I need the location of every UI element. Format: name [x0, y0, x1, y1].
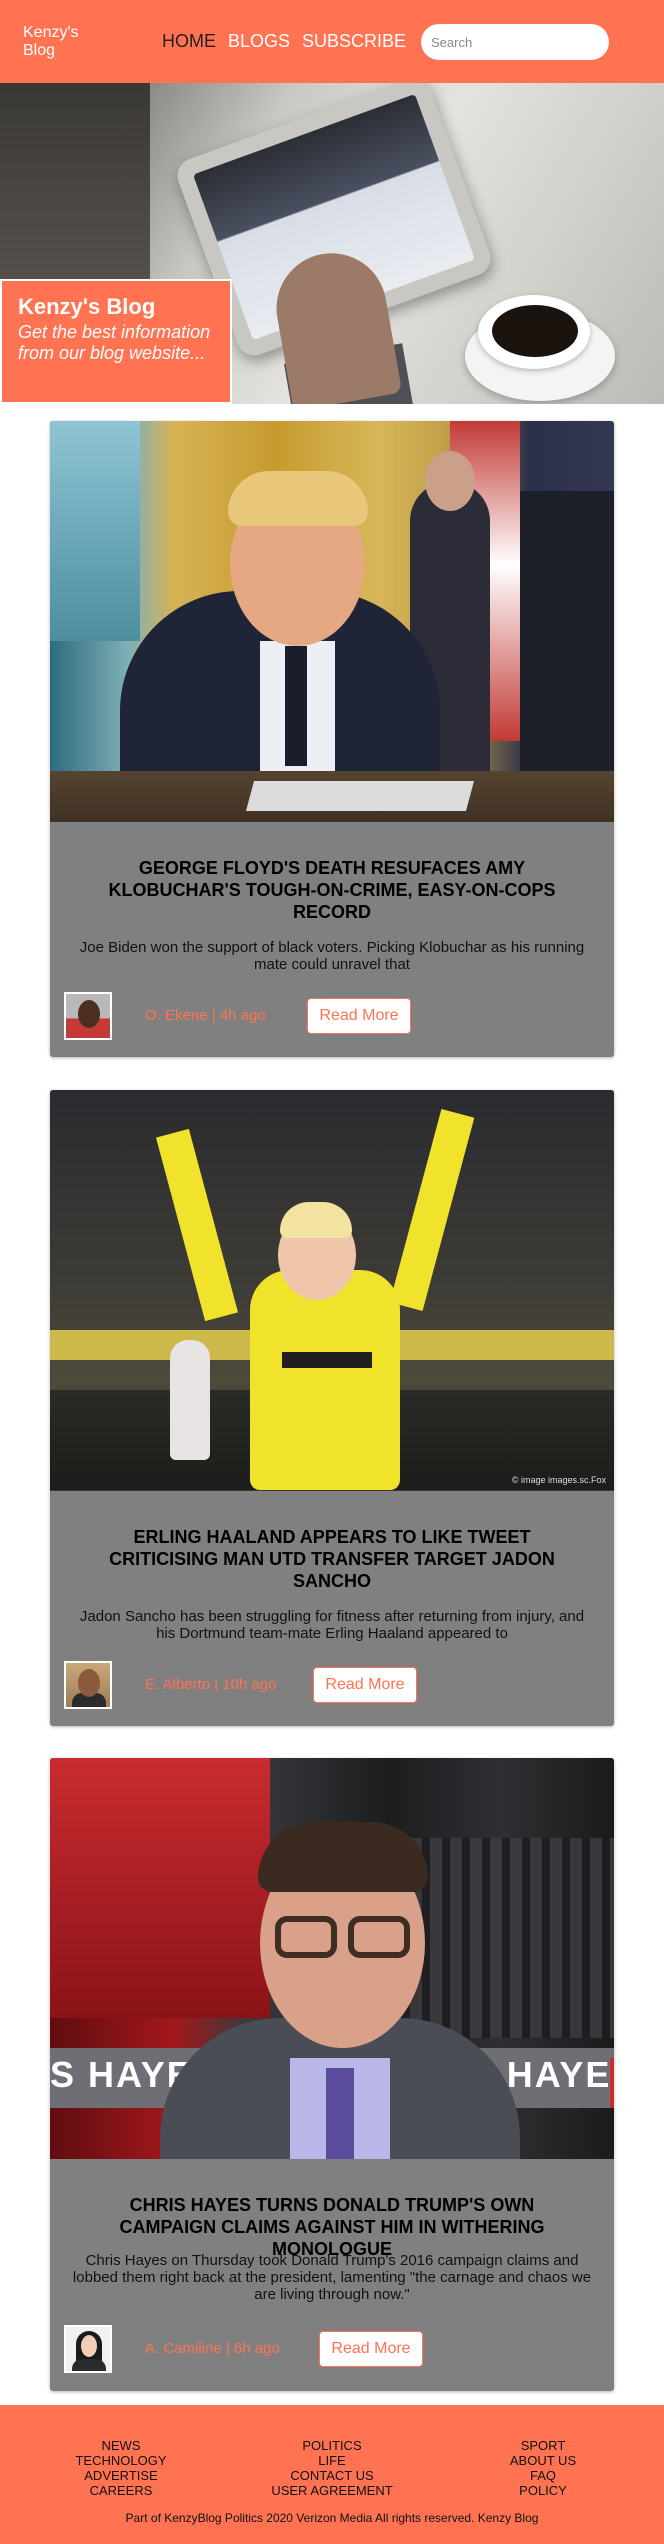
read-more-button[interactable]: Read More — [307, 998, 411, 1034]
footer-link-sport[interactable]: SPORT — [521, 2438, 566, 2453]
footer-column-1: NEWS TECHNOLOGY ADVERTISE CAREERS — [71, 2438, 171, 2498]
read-more-button[interactable]: Read More — [313, 1667, 417, 1703]
nav-blogs-link[interactable]: BLOGS — [228, 31, 290, 52]
logo-line-1: Kenzy's — [23, 24, 79, 41]
article-meta: E. Alberto | 10h ago — [145, 1676, 277, 1693]
footer-link-careers[interactable]: CAREERS — [90, 2483, 153, 2498]
author-avatar — [64, 992, 112, 1040]
article-image[interactable] — [50, 421, 614, 822]
article-title[interactable]: CHRIS HAYES TURNS DONALD TRUMP'S OWN CAM… — [80, 2194, 584, 2260]
read-more-button[interactable]: Read More — [319, 2331, 423, 2367]
nav-subscribe-link[interactable]: SUBSCRIBE — [302, 31, 406, 52]
article-title[interactable]: ERLING HAALAND APPEARS TO LIKE TWEET CRI… — [80, 1526, 584, 1592]
footer-link-politics[interactable]: POLITICS — [302, 2438, 361, 2453]
hero-coffee-image — [492, 305, 578, 357]
site-logo[interactable]: Kenzy's Blog — [23, 24, 103, 60]
hero-title: Kenzy's Blog — [18, 294, 156, 319]
footer-link-contact-us[interactable]: CONTACT US — [290, 2468, 373, 2483]
footer-link-policy[interactable]: POLICY — [519, 2483, 567, 2498]
article-meta: A. Camiline | 6h ago — [145, 2340, 280, 2357]
footer-link-user-agreement[interactable]: USER AGREEMENT — [271, 2483, 392, 2498]
footer-link-faq[interactable]: FAQ — [530, 2468, 556, 2483]
hero-caption: Kenzy's Blog Get the best information fr… — [0, 279, 232, 404]
footer-link-about-us[interactable]: ABOUT US — [510, 2453, 576, 2468]
footer-column-2: POLITICS LIFE CONTACT US USER AGREEMENT — [262, 2438, 402, 2498]
footer-link-technology[interactable]: TECHNOLOGY — [75, 2453, 166, 2468]
site-footer: NEWS TECHNOLOGY ADVERTISE CAREERS POLITI… — [0, 2405, 664, 2544]
article-meta: O. Ekene | 4h ago — [145, 1007, 266, 1024]
hero-banner: Kenzy's Blog Get the best information fr… — [0, 83, 664, 404]
hero-subtitle: Get the best information from our blog w… — [18, 322, 211, 363]
logo-line-2: Blog — [23, 42, 56, 59]
article-description: Chris Hayes on Thursday took Donald Trum… — [72, 2252, 592, 2303]
author-avatar — [64, 2325, 112, 2373]
image-watermark: © image images.sc.Fox — [511, 1475, 606, 1485]
article-card: S HAYES ALL WITH RIS HAYE CHRIS HAYES TU… — [50, 1758, 614, 2391]
footer-link-news[interactable]: NEWS — [102, 2438, 141, 2453]
search-input[interactable] — [421, 24, 609, 60]
footer-link-advertise[interactable]: ADVERTISE — [84, 2468, 157, 2483]
article-description: Jadon Sancho has been struggling for fit… — [79, 1608, 585, 1642]
hero-person-photo — [0, 83, 150, 303]
article-card: © image images.sc.Fox ERLING HAALAND APP… — [50, 1090, 614, 1726]
main-nav: HOME BLOGS SUBSCRIBE — [162, 31, 418, 52]
article-image[interactable]: S HAYES ALL WITH RIS HAYE — [50, 1758, 614, 2159]
article-card: GEORGE FLOYD'S DEATH RESUFACES AMY KLOBU… — [50, 421, 614, 1057]
footer-link-life[interactable]: LIFE — [318, 2453, 345, 2468]
article-description: Joe Biden won the support of black voter… — [79, 939, 585, 973]
article-title[interactable]: GEORGE FLOYD'S DEATH RESUFACES AMY KLOBU… — [80, 857, 584, 923]
footer-copyright: Part of KenzyBlog Politics 2020 Verizon … — [125, 2511, 539, 2525]
nav-home-link[interactable]: HOME — [162, 31, 216, 52]
footer-column-3: SPORT ABOUT US FAQ POLICY — [493, 2438, 593, 2498]
article-image[interactable]: © image images.sc.Fox — [50, 1090, 614, 1491]
author-avatar — [64, 1661, 112, 1709]
site-header: Kenzy's Blog HOME BLOGS SUBSCRIBE — [0, 0, 664, 83]
